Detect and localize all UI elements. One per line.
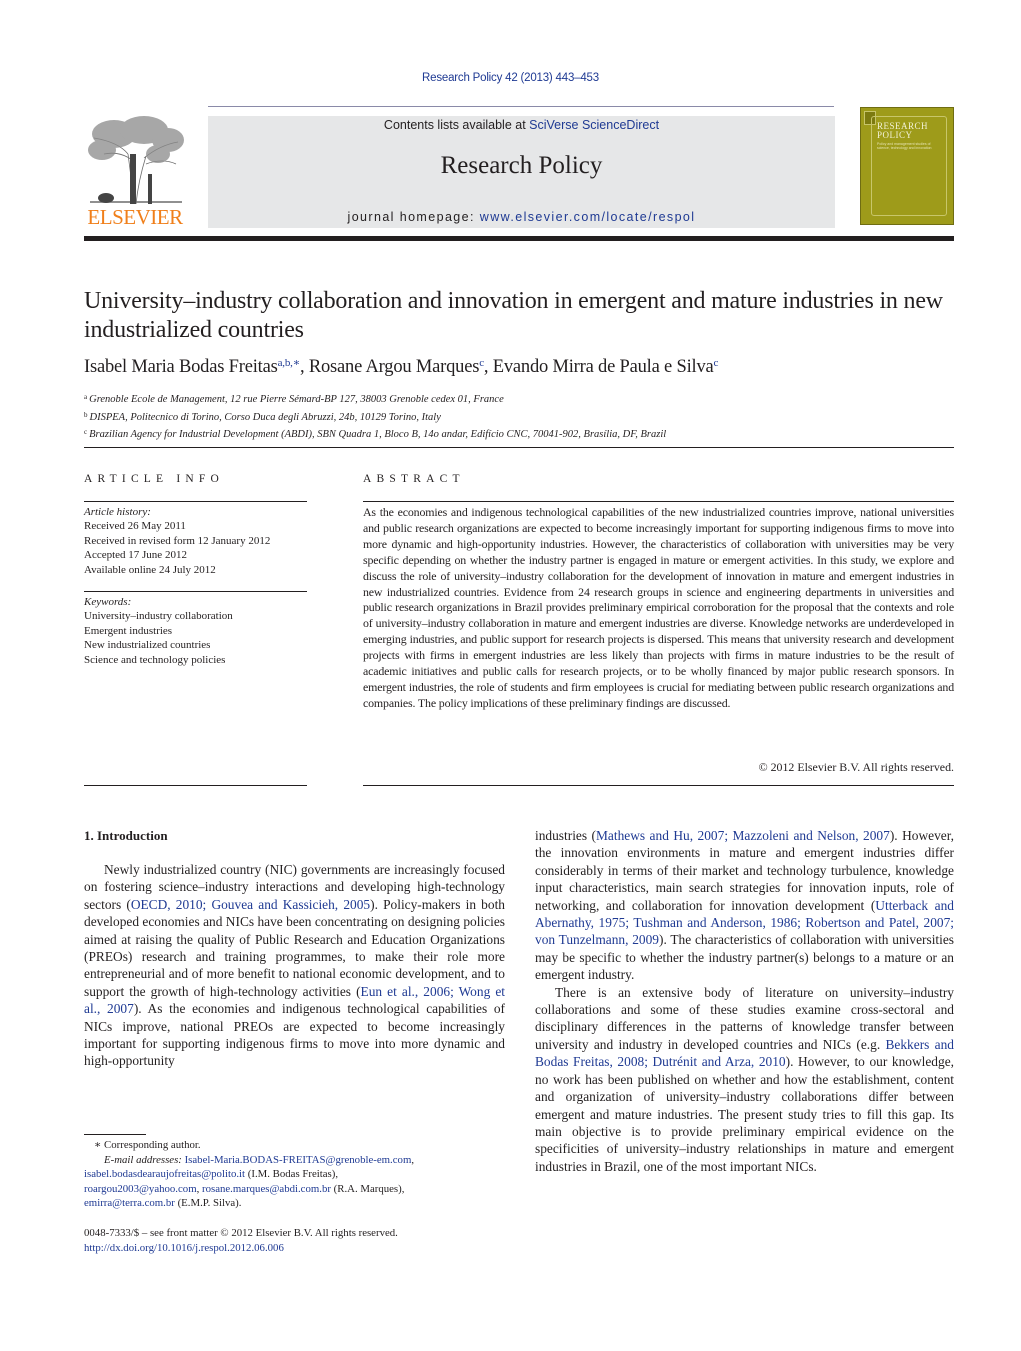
history-item: Accepted 17 June 2012	[84, 549, 187, 562]
contents-line: Contents lists available at SciVerse Sci…	[208, 118, 835, 132]
email-owner: (I.M. Bodas Freitas),	[245, 1168, 339, 1180]
email-label: E-mail addresses:	[104, 1153, 185, 1166]
email-link[interactable]: roargou2003@yahoo.com	[84, 1183, 197, 1195]
author-separator: ,	[483, 357, 493, 377]
author-affiliation-marks[interactable]: a,b,∗	[278, 357, 301, 369]
citation-link[interactable]: Mathews and Hu, 2007; Mazzoleni and Nels…	[596, 828, 890, 843]
email-owner: (R.A. Marques),	[330, 1182, 405, 1195]
keyword: University–industry collaboration	[84, 610, 233, 623]
paragraph-text: industries (	[535, 828, 596, 843]
affiliation-text: DISPEA, Politecnico di Torino, Corso Duc…	[89, 411, 441, 423]
email-addresses: E-mail addresses: Isabel-Maria.BODAS-FRE…	[84, 1153, 514, 1211]
keyword: Emergent industries	[84, 624, 173, 637]
keyword: New industrialized countries	[84, 639, 211, 652]
journal-masthead: Contents lists available at SciVerse Sci…	[208, 116, 835, 228]
author-separator: ,	[299, 357, 309, 377]
article-info-heading: ARTICLE INFO	[84, 473, 224, 485]
affiliation-mark: c	[84, 428, 88, 436]
body-column-right: industries (Mathews and Hu, 2007; Mazzol…	[535, 827, 954, 1175]
elsevier-logo: ELSEVIER	[84, 114, 186, 230]
paper-title: University–industry collaboration and in…	[84, 288, 943, 343]
article-info-rule	[84, 501, 307, 502]
author-list: Isabel Maria Bodas Freitasa,b,∗, Rosane …	[84, 356, 954, 378]
abstract-copyright: © 2012 Elsevier B.V. All rights reserved…	[758, 760, 954, 774]
article-info-bottom-rule	[84, 785, 307, 786]
keywords: Keywords: University–industry collaborat…	[84, 595, 307, 667]
author-name: Evando Mirra de Paula e Silva	[492, 357, 714, 377]
journal-reference[interactable]: Research Policy 42 (2013) 443–453	[0, 72, 1021, 84]
citation-link[interactable]: OECD, 2010; Gouvea and Kassicieh, 2005	[131, 897, 370, 912]
author: Rosane Argou Marquesc,	[309, 357, 493, 377]
email-link[interactable]: rosane.marques@abdi.com.br	[202, 1183, 331, 1195]
sciencedirect-link[interactable]: SciVerse ScienceDirect	[529, 118, 659, 132]
body-paragraph: There is an extensive body of literature…	[535, 984, 954, 1175]
author-name: Isabel Maria Bodas Freitas	[84, 357, 278, 377]
section-heading-introduction: 1. Introduction	[84, 828, 168, 843]
abstract-text: As the economies and indigenous technolo…	[363, 505, 954, 710]
front-matter: 0048-7333/$ – see front matter © 2012 El…	[84, 1226, 514, 1255]
affiliation-text: Brazilian Agency for Industrial Developm…	[89, 429, 667, 440]
affiliation-mark: a	[84, 393, 88, 401]
doi-link[interactable]: http://dx.doi.org/10.1016/j.respol.2012.…	[84, 1241, 514, 1256]
keyword: Science and technology policies	[84, 653, 226, 666]
keywords-rule	[84, 591, 307, 592]
author: Isabel Maria Bodas Freitasa,b,∗,	[84, 357, 309, 377]
paragraph-text: ). As the economies and indigenous techn…	[84, 1001, 506, 1069]
journal-cover-thumbnail[interactable]: RESEARCH POLICY Policy and management stu…	[860, 107, 954, 225]
journal-title: Research Policy	[440, 152, 603, 179]
elsevier-tree-icon	[88, 116, 184, 205]
homepage-line: journal homepage: www.elsevier.com/locat…	[208, 210, 835, 224]
body-paragraph: industries (Mathews and Hu, 2007; Mazzol…	[535, 827, 954, 984]
email-link[interactable]: Isabel-Maria.BODAS-FREITAS@grenoble-em.c…	[185, 1154, 412, 1166]
header-thick-rule	[84, 236, 954, 241]
homepage-prefix: journal homepage:	[347, 210, 480, 224]
cover-title-line2: POLICY	[877, 130, 913, 140]
abstract-bottom-rule	[363, 785, 954, 786]
paragraph-text: ). However, to our knowledge, no work ha…	[535, 1054, 954, 1174]
corresponding-author-note: ∗ Corresponding author.	[94, 1139, 201, 1151]
email-link[interactable]: emirra@terra.com.br	[84, 1197, 175, 1209]
affiliation-mark: b	[84, 410, 88, 419]
footnote-rule	[84, 1134, 146, 1135]
affiliation: a Grenoble Ecole de Management, 12 rue Pi…	[84, 390, 954, 408]
history-label: Article history:	[84, 506, 151, 518]
email-owner: (E.M.P. Silva).	[174, 1197, 242, 1209]
elsevier-wordmark: ELSEVIER	[87, 205, 183, 229]
abstract-heading: ABSTRACT	[363, 473, 465, 485]
body-column-left: Newly industrialized country (NIC) gover…	[84, 861, 505, 1070]
email-separator: ,	[411, 1153, 415, 1166]
author: Evando Mirra de Paula e Silvac	[492, 357, 719, 377]
keywords-label: Keywords:	[84, 596, 132, 608]
cover-subtitle: Policy and management studies of science…	[877, 142, 932, 150]
header-rule	[208, 106, 834, 107]
history-item: Available online 24 July 2012	[84, 563, 216, 576]
abstract-rule	[363, 501, 954, 502]
homepage-link[interactable]: www.elsevier.com/locate/respol	[480, 210, 696, 224]
affiliation: b DISPEA, Politecnico di Torino, Corso Du…	[84, 408, 954, 426]
history-item: Received in revised form 12 January 2012	[84, 534, 271, 547]
affiliation-rule	[84, 447, 954, 448]
article-history: Article history: Received 26 May 2011 Re…	[84, 505, 307, 577]
author-name: Rosane Argou Marques	[308, 357, 480, 377]
cover-title: RESEARCH POLICY	[877, 122, 928, 140]
history-item: Received 26 May 2011	[84, 520, 186, 533]
issn-copyright: 0048-7333/$ – see front matter © 2012 El…	[84, 1227, 398, 1239]
affiliation-text: Grenoble Ecole de Management, 12 rue Pie…	[89, 394, 504, 405]
contents-prefix: Contents lists available at	[383, 118, 530, 132]
body-paragraph: Newly industrialized country (NIC) gover…	[84, 861, 505, 1070]
affiliations: a Grenoble Ecole de Management, 12 rue Pi…	[84, 390, 954, 443]
footnotes: ∗ Corresponding author. E-mail addresses…	[84, 1138, 514, 1211]
author-affiliation-marks[interactable]: c	[714, 357, 719, 369]
email-link[interactable]: isabel.bodasdearaujofreitas@polito.it	[84, 1168, 245, 1180]
affiliation: c Brazilian Agency for Industrial Develop…	[84, 425, 954, 443]
